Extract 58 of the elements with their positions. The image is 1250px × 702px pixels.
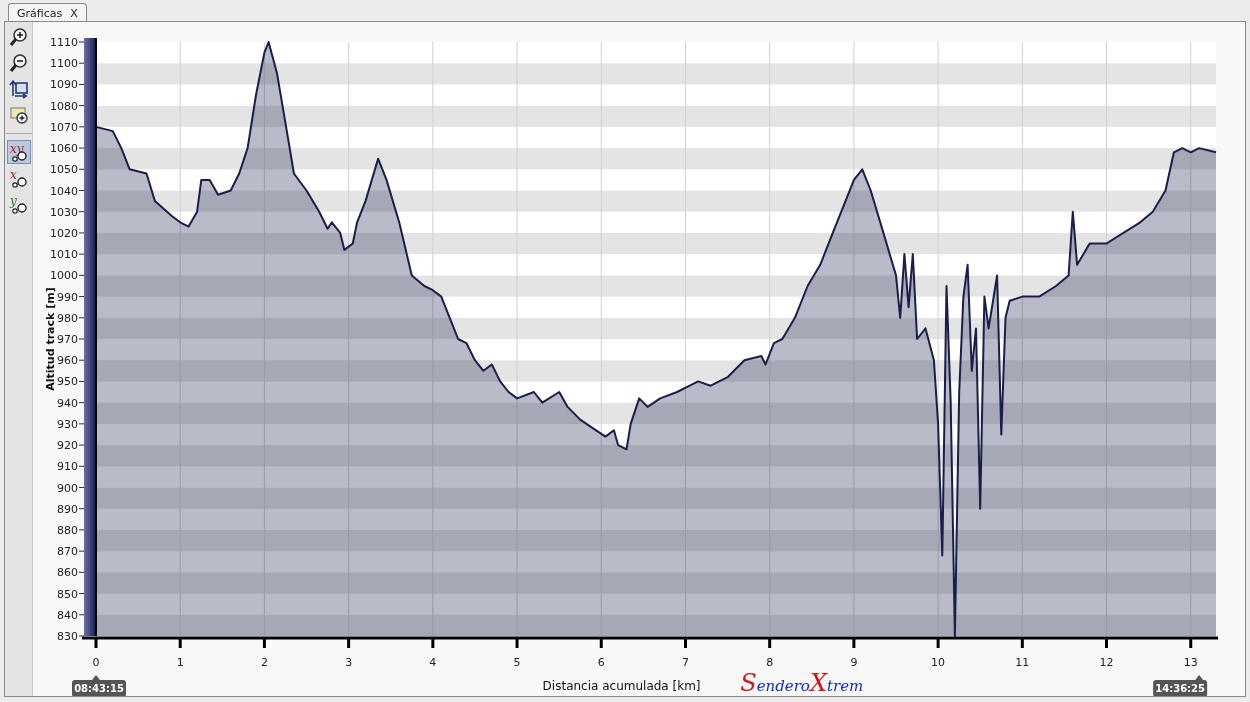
x-tick-label: 7 bbox=[681, 656, 689, 669]
start-time-label: 08:43:15 bbox=[72, 675, 126, 696]
y-tick-label: 1100 bbox=[50, 57, 78, 71]
y-tick-label: 1070 bbox=[50, 120, 78, 134]
x-tick-label: 1 bbox=[176, 656, 184, 669]
y-tick-label: 1030 bbox=[50, 205, 78, 219]
x-tick-label: 9 bbox=[850, 656, 858, 669]
x-tick-label: 10 bbox=[931, 656, 946, 669]
y-tick-label: 970 bbox=[57, 333, 78, 346]
y-tick-label: 1040 bbox=[50, 184, 78, 198]
logo: SenderoXtrem bbox=[740, 669, 864, 696]
y-tick-label: 1020 bbox=[50, 226, 78, 240]
toolbar-button[interactable] bbox=[6, 77, 31, 101]
y-tick-label: 990 bbox=[57, 290, 78, 304]
y-tick-label: 1050 bbox=[50, 163, 78, 177]
y-tick-label: 1110 bbox=[50, 36, 78, 49]
note-plus-icon bbox=[8, 105, 29, 125]
x-tick-label: 11 bbox=[1015, 656, 1030, 669]
zoom-out-icon bbox=[8, 53, 29, 73]
cursor-bar[interactable] bbox=[84, 38, 96, 636]
x-tick-label: 5 bbox=[513, 656, 521, 669]
end-time-label: 14:36:25 bbox=[1153, 675, 1208, 696]
y-tick-label: 880 bbox=[57, 523, 78, 537]
y-tick-label: 940 bbox=[57, 396, 78, 410]
y-tick-label: 870 bbox=[57, 545, 78, 559]
x-tick-label: 3 bbox=[345, 656, 353, 669]
y-tick-label: 930 bbox=[57, 417, 78, 431]
x-tick-label: 6 bbox=[597, 656, 605, 669]
x-tick-label: 0 bbox=[92, 656, 100, 669]
y-tick-label: 850 bbox=[57, 587, 78, 601]
toolbar-button[interactable]: y bbox=[6, 192, 31, 216]
y-tick-label: 910 bbox=[57, 460, 78, 474]
y-tick-label: 900 bbox=[57, 481, 78, 495]
y-tick-label: 1000 bbox=[50, 269, 78, 283]
y-tick-label: 1010 bbox=[50, 248, 78, 262]
y-tick-label: 950 bbox=[57, 375, 78, 389]
y-tick-label: 1060 bbox=[50, 142, 78, 156]
y-axis-title: Altitud track [m] bbox=[44, 287, 57, 391]
zoom-in-icon bbox=[8, 27, 29, 47]
x-tick-label: 12 bbox=[1099, 656, 1114, 669]
x-tick-label: 13 bbox=[1183, 656, 1198, 669]
graphs-tab[interactable]: Gráficas X bbox=[8, 3, 87, 22]
y-tick-label: 890 bbox=[57, 502, 78, 516]
y-tick-label: 1080 bbox=[50, 99, 78, 113]
y-tick-label: 1090 bbox=[50, 78, 78, 92]
x-tick-label: 2 bbox=[260, 656, 268, 669]
y-tick-label: 840 bbox=[57, 608, 78, 622]
close-tab-button[interactable]: X bbox=[70, 6, 78, 20]
y-tick-label: 860 bbox=[57, 566, 78, 580]
x-tick-label: 8 bbox=[766, 656, 774, 669]
y-tick-label: 960 bbox=[57, 354, 78, 368]
y-tick-label: 980 bbox=[57, 311, 78, 325]
y-tick-label: 830 bbox=[57, 630, 78, 643]
x-axis-title: Distancia acumulada [km] bbox=[542, 679, 701, 693]
toolbar-button[interactable]: x bbox=[6, 166, 31, 190]
y-tick-label: 920 bbox=[57, 439, 78, 453]
x-tick-label: 4 bbox=[429, 656, 437, 669]
frame-arrow-icon bbox=[8, 79, 29, 99]
